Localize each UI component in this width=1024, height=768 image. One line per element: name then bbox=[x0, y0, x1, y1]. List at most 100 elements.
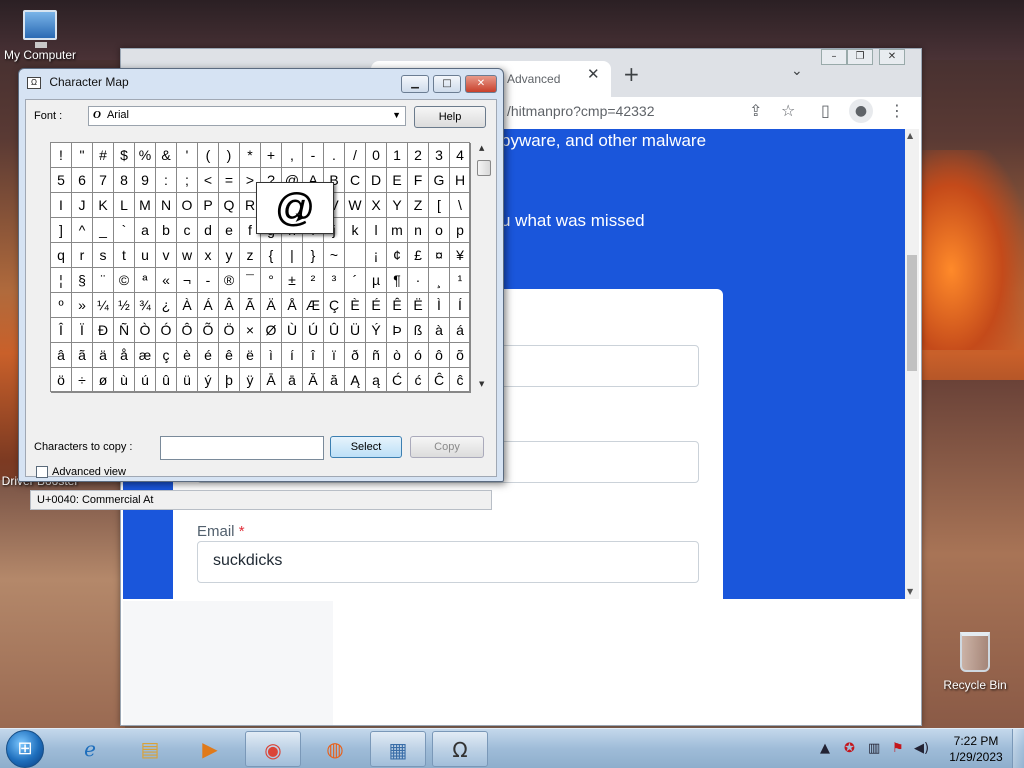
share-icon[interactable]: ⇪ bbox=[749, 101, 762, 120]
character-cell[interactable]: y bbox=[219, 243, 240, 268]
character-cell[interactable]: K bbox=[93, 193, 114, 218]
character-cell[interactable]: ~ bbox=[324, 243, 345, 268]
volume-icon[interactable]: ◀) bbox=[914, 741, 929, 756]
character-cell[interactable]: Ý bbox=[366, 318, 387, 343]
character-cell[interactable]: × bbox=[240, 318, 261, 343]
character-cell[interactable]: Ă bbox=[303, 368, 324, 393]
character-cell[interactable]: ® bbox=[219, 268, 240, 293]
character-cell[interactable]: á bbox=[450, 318, 471, 343]
character-cell[interactable]: n bbox=[408, 218, 429, 243]
character-cell[interactable]: ì bbox=[261, 343, 282, 368]
character-cell[interactable]: s bbox=[93, 243, 114, 268]
character-cell[interactable]: l bbox=[366, 218, 387, 243]
character-cell[interactable]: » bbox=[72, 293, 93, 318]
character-cell[interactable]: Ä bbox=[261, 293, 282, 318]
character-cell[interactable]: C bbox=[345, 168, 366, 193]
character-cell[interactable]: J bbox=[72, 193, 93, 218]
character-cell[interactable]: | bbox=[282, 243, 303, 268]
scrollbar-thumb[interactable] bbox=[477, 160, 491, 176]
page-scrollbar[interactable]: ▲ ▼ bbox=[905, 129, 919, 599]
scroll-down-arrow-icon[interactable]: ▼ bbox=[907, 587, 913, 596]
character-cell[interactable]: x bbox=[198, 243, 219, 268]
character-cell[interactable]: m bbox=[387, 218, 408, 243]
character-cell[interactable]: ç bbox=[156, 343, 177, 368]
character-cell[interactable]: Ë bbox=[408, 293, 429, 318]
character-cell[interactable]: 7 bbox=[93, 168, 114, 193]
character-cell[interactable]: Ç bbox=[324, 293, 345, 318]
character-cell[interactable]: â bbox=[51, 343, 72, 368]
character-cell[interactable]: ¾ bbox=[135, 293, 156, 318]
character-cell[interactable]: Ì bbox=[429, 293, 450, 318]
character-map-taskbar-icon[interactable]: Ω bbox=[432, 731, 488, 767]
character-cell[interactable]: + bbox=[261, 143, 282, 168]
character-cell[interactable]: ´ bbox=[345, 268, 366, 293]
character-cell[interactable]: 6 bbox=[72, 168, 93, 193]
character-cell[interactable]: ¡ bbox=[366, 243, 387, 268]
character-cell[interactable]: Á bbox=[198, 293, 219, 318]
url-field[interactable]: /hitmanpro?cmp=42332 bbox=[507, 103, 655, 119]
character-cell[interactable]: / bbox=[345, 143, 366, 168]
character-cell[interactable]: = bbox=[219, 168, 240, 193]
character-cell[interactable]: Ą bbox=[345, 368, 366, 393]
minimize-button[interactable]: ▁ bbox=[401, 75, 429, 93]
character-cell[interactable]: w bbox=[177, 243, 198, 268]
character-cell[interactable]: ê bbox=[219, 343, 240, 368]
character-cell[interactable]: Å bbox=[282, 293, 303, 318]
scroll-down-arrow-icon[interactable]: ▼ bbox=[479, 380, 484, 388]
desktop-icon-my-computer[interactable]: My Computer bbox=[0, 10, 80, 62]
character-cell[interactable]: Ò bbox=[135, 318, 156, 343]
character-cell[interactable]: F bbox=[408, 168, 429, 193]
character-cell[interactable]: p bbox=[450, 218, 471, 243]
scroll-up-arrow-icon[interactable]: ▲ bbox=[479, 144, 484, 152]
character-cell[interactable]: q bbox=[51, 243, 72, 268]
character-cell[interactable]: À bbox=[177, 293, 198, 318]
character-cell[interactable]: W bbox=[345, 193, 366, 218]
character-cell[interactable]: î bbox=[303, 343, 324, 368]
scroll-up-arrow-icon[interactable]: ▲ bbox=[907, 131, 913, 140]
character-cell[interactable]: 5 bbox=[51, 168, 72, 193]
character-cell[interactable]: · bbox=[408, 268, 429, 293]
show-hidden-icons-chevron-icon[interactable]: ▲ bbox=[820, 741, 830, 756]
media-player-icon[interactable]: ▶ bbox=[182, 731, 238, 767]
character-cell[interactable]: º bbox=[51, 293, 72, 318]
character-cell[interactable]: ă bbox=[324, 368, 345, 393]
character-cell[interactable]: © bbox=[114, 268, 135, 293]
character-cell[interactable]: à bbox=[429, 318, 450, 343]
character-cell[interactable]: Í bbox=[450, 293, 471, 318]
character-cell[interactable]: k bbox=[345, 218, 366, 243]
character-cell[interactable]: N bbox=[156, 193, 177, 218]
character-cell[interactable]: \ bbox=[450, 193, 471, 218]
character-cell[interactable]: * bbox=[240, 143, 261, 168]
character-cell[interactable]: û bbox=[156, 368, 177, 393]
character-cell[interactable]: ü bbox=[177, 368, 198, 393]
character-cell[interactable]: Â bbox=[219, 293, 240, 318]
help-button[interactable]: Help bbox=[414, 106, 486, 128]
character-cell[interactable]: Þ bbox=[387, 318, 408, 343]
character-cell[interactable]: ñ bbox=[366, 343, 387, 368]
select-button[interactable]: Select bbox=[330, 436, 402, 458]
character-cell[interactable]: § bbox=[72, 268, 93, 293]
scrollbar-thumb[interactable] bbox=[907, 255, 917, 371]
character-cell[interactable]: - bbox=[303, 143, 324, 168]
character-cell[interactable]: ª bbox=[135, 268, 156, 293]
character-cell[interactable]: ¢ bbox=[387, 243, 408, 268]
character-cell[interactable]: ä bbox=[93, 343, 114, 368]
character-cell[interactable]: u bbox=[135, 243, 156, 268]
character-cell[interactable]: z bbox=[240, 243, 261, 268]
character-cell[interactable]: ¿ bbox=[156, 293, 177, 318]
character-cell[interactable]: ÿ bbox=[240, 368, 261, 393]
character-cell[interactable]: 4 bbox=[450, 143, 471, 168]
action-center-flag-icon[interactable]: ⚑ bbox=[892, 741, 904, 756]
character-cell[interactable]: Ð bbox=[93, 318, 114, 343]
character-cell[interactable]: O bbox=[177, 193, 198, 218]
character-cell[interactable]: µ bbox=[366, 268, 387, 293]
file-explorer-icon[interactable]: ▤ bbox=[122, 731, 178, 767]
character-cell[interactable]: Ê bbox=[387, 293, 408, 318]
character-cell[interactable]: ¯ bbox=[240, 268, 261, 293]
character-cell[interactable]: ø bbox=[93, 368, 114, 393]
advanced-view-checkbox[interactable] bbox=[36, 466, 48, 478]
character-cell[interactable]: Ù bbox=[282, 318, 303, 343]
character-cell[interactable]: ( bbox=[198, 143, 219, 168]
character-cell[interactable]: < bbox=[198, 168, 219, 193]
character-cell[interactable]: ± bbox=[282, 268, 303, 293]
